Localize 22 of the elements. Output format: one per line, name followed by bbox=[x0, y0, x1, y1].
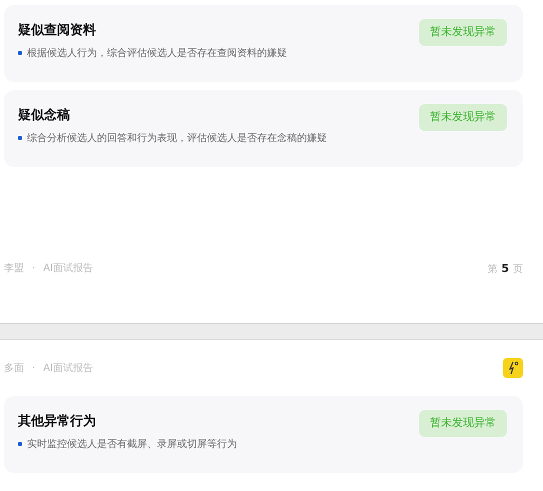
candidate-name: 李盟 bbox=[4, 262, 24, 276]
card-description: 实时监控候选人是否有截屏、录屏或切屏等行为 bbox=[27, 438, 237, 452]
report-title: AI面试报告 bbox=[43, 362, 93, 376]
status-badge: 暂未发现异常 bbox=[419, 104, 507, 130]
card-description: 根据候选人行为，综合评估候选人是否存在查阅资料的嫌疑 bbox=[27, 46, 287, 60]
bullet-icon bbox=[18, 136, 22, 140]
card-title: 疑似查阅资料 bbox=[18, 22, 97, 40]
card-title: 其他异常行为 bbox=[18, 413, 97, 431]
separator-dot: · bbox=[32, 262, 36, 276]
page-prefix: 第 bbox=[487, 262, 498, 277]
candidate-name: 多面 bbox=[4, 362, 24, 376]
bullet-icon bbox=[18, 442, 22, 446]
separator-dot: · bbox=[32, 362, 36, 376]
report-title: AI面试报告 bbox=[43, 262, 93, 276]
lightning-icon bbox=[503, 358, 523, 378]
status-badge: 暂未发现异常 bbox=[419, 19, 507, 46]
bullet-icon bbox=[18, 51, 22, 55]
page-suffix: 页 bbox=[513, 262, 523, 277]
status-badge: 暂未发现异常 bbox=[419, 410, 507, 436]
page-number: 5 bbox=[501, 261, 509, 277]
card-description: 综合分析候选人的回答和行为表现，评估候选人是否存在念稿的嫌疑 bbox=[27, 132, 327, 146]
card-title: 疑似念稿 bbox=[18, 106, 71, 125]
